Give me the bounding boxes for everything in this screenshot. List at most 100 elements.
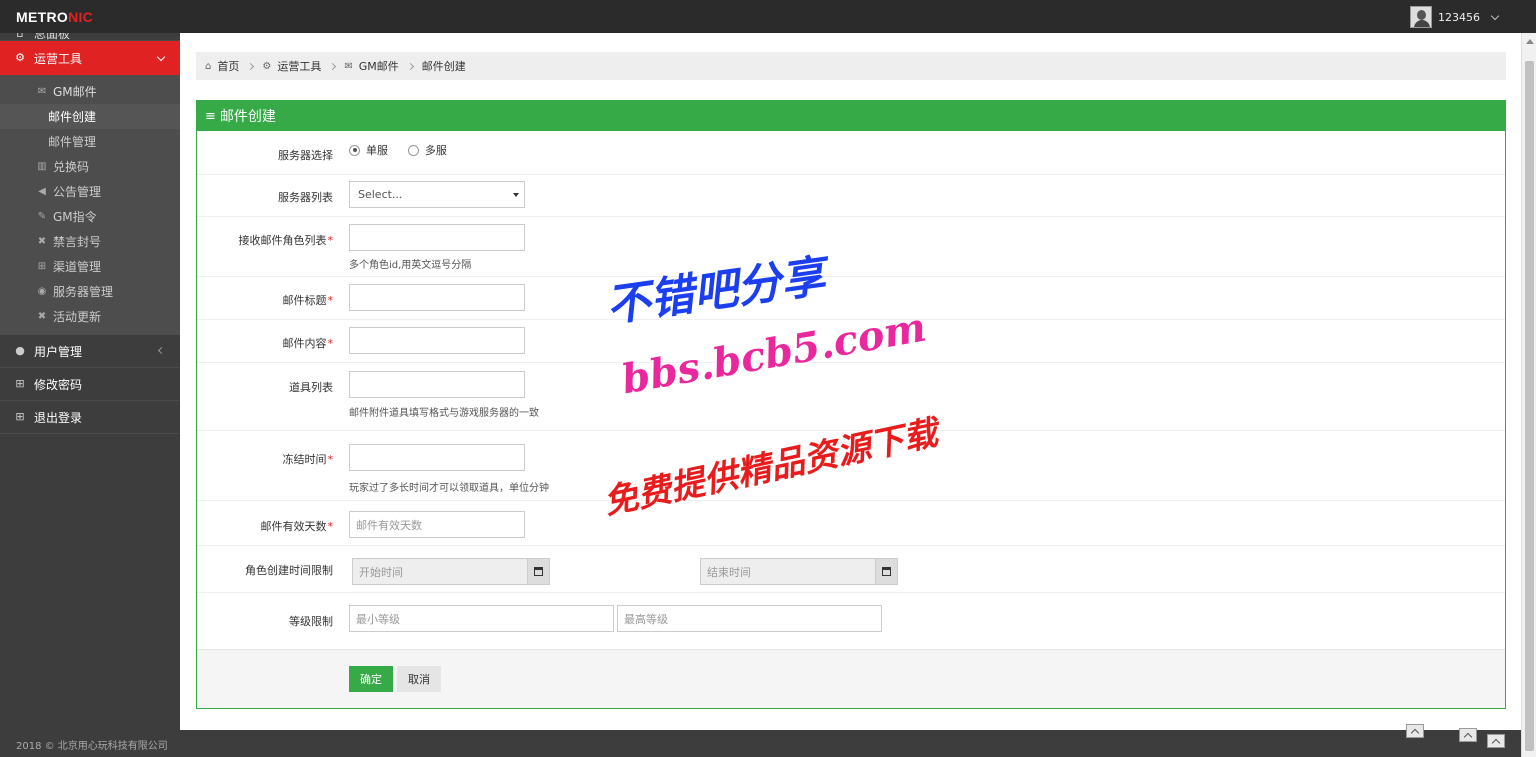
- radio-multi-server[interactable]: 多服: [407, 142, 447, 158]
- sidebar-item-gm-mail[interactable]: ✉ GM邮件: [0, 79, 180, 104]
- sidebar-item-redeem-code[interactable]: ▥ 兑换码: [0, 154, 180, 179]
- sidebar-item-user-manage[interactable]: ● 用户管理: [0, 335, 180, 368]
- mail-title-input[interactable]: [349, 284, 525, 311]
- sidebar-item-server[interactable]: ◉ 服务器管理: [0, 279, 180, 304]
- sitemap-icon: ⊞: [37, 261, 47, 272]
- mail-content-input[interactable]: [349, 327, 525, 354]
- row-role-create-time: 角色创建时间限制 开始时间 结束时间: [197, 546, 1505, 593]
- form-actions: 确定 取消: [197, 649, 1505, 708]
- receivers-input[interactable]: [349, 224, 525, 251]
- scrollbar-thumb[interactable]: [1525, 61, 1534, 751]
- scroll-top-icon[interactable]: [1459, 728, 1477, 742]
- scroll-top-icon[interactable]: [1487, 734, 1505, 748]
- scroll-top-icon[interactable]: [1406, 724, 1424, 738]
- label-mail-title: 邮件标题*: [282, 294, 334, 307]
- sidebar-item-logout[interactable]: ⊞ 退出登录: [0, 401, 180, 434]
- label-mail-content: 邮件内容*: [282, 337, 334, 350]
- sidebar-item-gm-command[interactable]: ✎ GM指令: [0, 204, 180, 229]
- bullhorn-icon: ◀: [38, 186, 46, 197]
- breadcrumb-home[interactable]: 首页: [217, 58, 239, 74]
- calendar-icon: [534, 567, 543, 576]
- chevron-right-icon: [329, 62, 337, 70]
- sitemap-icon: ⊞: [15, 410, 25, 423]
- min-level-input[interactable]: 最小等级: [349, 605, 614, 632]
- sidebar-item-change-password[interactable]: ⊞ 修改密码: [0, 368, 180, 401]
- freeze-time-hint: 玩家过了多长时间才可以领取道具，单位分钟: [349, 483, 549, 494]
- sidebar-item-channel[interactable]: ⊞ 渠道管理: [0, 254, 180, 279]
- breadcrumb-current: 邮件创建: [421, 60, 466, 73]
- calendar-icon: [882, 567, 891, 576]
- chevron-right-icon: [406, 62, 414, 70]
- user-icon: ●: [15, 344, 25, 357]
- eye-icon: ◉: [37, 286, 47, 297]
- end-time-input[interactable]: 结束时间: [700, 558, 898, 585]
- envelope-icon: ✉: [37, 86, 47, 97]
- logo[interactable]: METRONIC: [16, 9, 93, 25]
- label-freeze-time: 冻结时间*: [282, 453, 334, 466]
- sidebar: ⌂ 总面板 ⚙ 运营工具 ✉ GM邮件 邮件创建 邮件管理 ▥ 兑换码 ◀ 公告…: [0, 33, 180, 730]
- home-icon: ⌂: [205, 60, 212, 72]
- label-level-limit: 等级限制: [289, 615, 333, 628]
- label-role-create-time: 角色创建时间限制: [245, 564, 333, 577]
- radio-circle-checked: [349, 144, 360, 156]
- sidebar-item-ban[interactable]: ✖ 禁言封号: [0, 229, 180, 254]
- sitemap-icon: ⊞: [15, 377, 25, 390]
- home-icon: ⌂: [16, 33, 24, 40]
- close-icon: ✖: [37, 311, 47, 322]
- pencil-icon: ✎: [37, 211, 47, 222]
- receivers-hint: 多个角色id,用英文逗号分隔: [349, 260, 472, 271]
- main-content: ⌂ 首页 ⚙ 运营工具 ✉ GM邮件 邮件创建 ≡ 邮件创建 服务器选择 单服 …: [180, 33, 1521, 730]
- calendar-button[interactable]: [527, 559, 549, 584]
- valid-days-input[interactable]: 邮件有效天数: [349, 511, 525, 538]
- list-icon: ≡: [205, 108, 216, 124]
- sidebar-item-mail-create[interactable]: 邮件创建: [0, 104, 180, 129]
- breadcrumb-gm[interactable]: GM邮件: [359, 58, 399, 74]
- freeze-time-input[interactable]: [349, 444, 525, 471]
- gears-icon: ⚙: [15, 51, 25, 64]
- form-title: 邮件创建: [219, 109, 276, 125]
- gears-icon: ⚙: [262, 60, 272, 72]
- row-server-list: 服务器列表 Select...: [197, 175, 1505, 217]
- max-level-input[interactable]: 最高等级: [617, 605, 882, 632]
- label-server-select: 服务器选择: [278, 149, 333, 162]
- label-valid-days: 邮件有效天数*: [260, 520, 334, 533]
- chevron-left-icon: [157, 346, 166, 355]
- username: 123456: [1438, 10, 1480, 24]
- row-freeze-time: 冻结时间* 玩家过了多长时间才可以领取道具，单位分钟: [197, 431, 1505, 501]
- server-list-select[interactable]: Select...: [349, 181, 525, 208]
- scroll-up-icon: [1526, 39, 1534, 44]
- sidebar-item-mail-manage[interactable]: 邮件管理: [0, 129, 180, 154]
- items-input[interactable]: [349, 371, 525, 398]
- footer-copyright: 2018 © 北京用心玩科技有限公司: [16, 741, 168, 752]
- start-time-input[interactable]: 开始时间: [352, 558, 550, 585]
- sidebar-item-activity[interactable]: ✖ 活动更新: [0, 304, 180, 329]
- row-mail-title: 邮件标题*: [197, 277, 1505, 320]
- user-menu[interactable]: 123456: [1410, 5, 1500, 29]
- breadcrumb-ops[interactable]: 运营工具: [277, 58, 321, 74]
- row-mail-content: 邮件内容*: [197, 320, 1505, 363]
- sidebar-item-dashboard[interactable]: ⌂ 总面板: [0, 33, 180, 41]
- row-valid-days: 邮件有效天数* 邮件有效天数: [197, 501, 1505, 546]
- envelope-icon: ✉: [344, 60, 353, 72]
- avatar: [1410, 6, 1432, 28]
- sidebar-item-announcement[interactable]: ◀ 公告管理: [0, 179, 180, 204]
- barcode-icon: ▥: [37, 161, 47, 172]
- mail-create-form: ≡ 邮件创建 服务器选择 单服 多服 服务器列表 Select... 接收邮件角…: [196, 100, 1506, 709]
- chevron-right-icon: [247, 62, 255, 70]
- items-hint: 邮件附件道具填写格式与游戏服务器的一致: [349, 408, 539, 419]
- cancel-button[interactable]: 取消: [397, 666, 441, 692]
- caret-down-icon: [513, 193, 519, 197]
- chevron-down-icon: [1490, 11, 1500, 20]
- form-title-bar: ≡ 邮件创建: [197, 101, 1505, 131]
- radio-single-server[interactable]: 单服: [349, 142, 388, 158]
- page-scrollbar[interactable]: [1521, 33, 1536, 757]
- row-server-select: 服务器选择 单服 多服: [197, 131, 1505, 175]
- scroll-to-top-buttons: [1380, 704, 1520, 754]
- label-receivers: 接收邮件角色列表*: [238, 234, 334, 247]
- calendar-button[interactable]: [875, 559, 897, 584]
- label-items: 道具列表: [289, 381, 333, 394]
- sidebar-item-ops-tools[interactable]: ⚙ 运营工具: [0, 41, 180, 75]
- top-header: METRONIC 123456: [0, 0, 1536, 33]
- confirm-button[interactable]: 确定: [349, 666, 393, 692]
- close-icon: ✖: [37, 236, 47, 247]
